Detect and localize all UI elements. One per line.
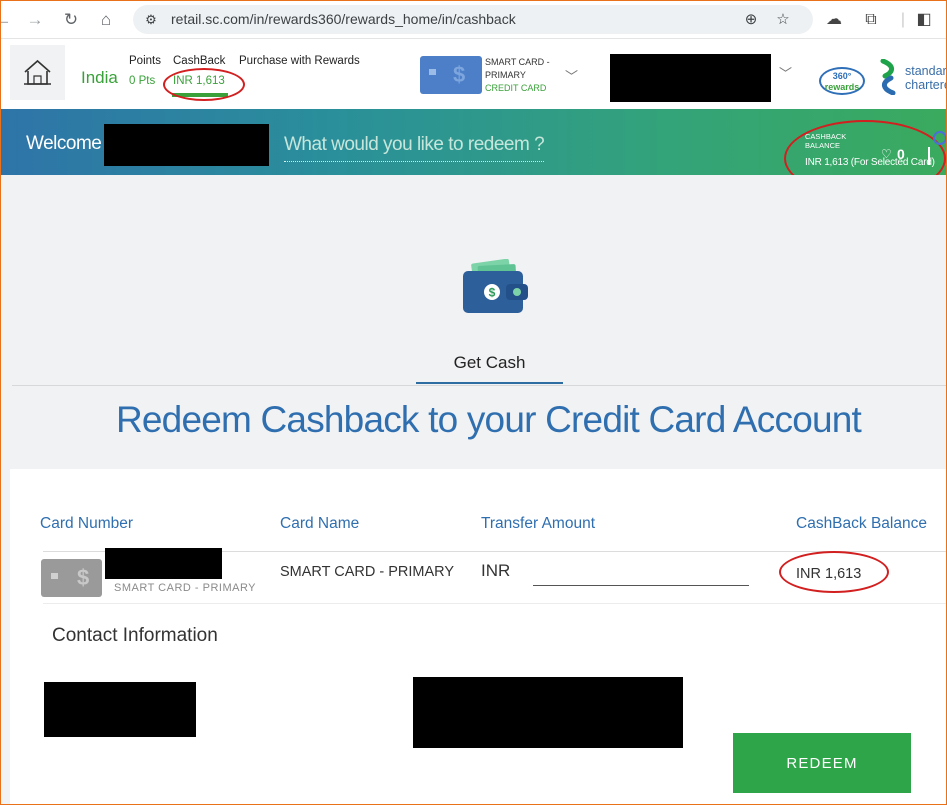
tab-get-cash[interactable]: Get Cash — [416, 353, 563, 373]
redeem-button[interactable]: REDEEM — [733, 733, 911, 793]
currency-label: INR — [481, 561, 511, 580]
notification-icon[interactable] — [933, 131, 946, 145]
rewards360-logo: 360° rewards — [819, 67, 865, 95]
selected-card-image[interactable]: $ — [420, 56, 482, 94]
card-name-cell: SMART CARD - PRIMARY — [280, 564, 455, 580]
contact-info-title: Contact Information — [52, 625, 218, 646]
points-value: 0 Pts — [129, 75, 156, 87]
redacted-block — [610, 54, 771, 102]
rewards-logo-number: 360° — [832, 71, 852, 81]
site-info-icon[interactable]: ⚙ — [141, 10, 161, 30]
redacted-contact-1 — [44, 682, 196, 737]
toolbar-divider: | — [900, 11, 906, 28]
card-chip-icon — [429, 69, 436, 75]
card-thumbnail: $ — [41, 559, 102, 597]
home-button[interactable] — [10, 45, 65, 100]
col-header-cashback-balance: CashBack Balance — [796, 515, 927, 532]
back-icon[interactable]: ← — [1, 8, 15, 32]
svg-text:$: $ — [489, 286, 496, 300]
search-underline — [284, 161, 544, 162]
sc-card-logo-icon: $ — [77, 565, 90, 590]
browser-toolbar: ← → ↻ ⌂ ⚙ retail.sc.com/in/rewards360/re… — [1, 1, 946, 39]
selected-card-label[interactable]: SMART CARD - PRIMARY CREDIT CARD — [485, 56, 565, 95]
sidepanel-icon[interactable]: ◧ — [913, 9, 935, 31]
card-sub-label: SMART CARD - PRIMARY — [114, 582, 257, 594]
transfer-amount-input[interactable] — [533, 564, 749, 586]
card-name-line1: SMART CARD - — [485, 57, 550, 67]
annotation-ellipse — [779, 551, 889, 593]
url-text: retail.sc.com/in/rewards360/rewards_home… — [171, 11, 516, 27]
annotation-ellipse — [163, 68, 245, 101]
col-header-card-number: Card Number — [40, 515, 134, 532]
col-header-transfer-amount: Transfer Amount — [481, 515, 596, 532]
main-content: $ Get Cash Redeem Cashback to your Credi… — [1, 175, 946, 804]
zoom-icon[interactable]: ⊕ — [741, 10, 761, 30]
welcome-text: Welcome — [26, 133, 102, 154]
country-label[interactable]: India — [81, 68, 118, 88]
redacted-username — [104, 124, 269, 166]
brand-line1: standard — [905, 64, 947, 78]
wallet-cash-icon: $ — [463, 259, 528, 313]
welcome-band: Welcome What would you like to redeem ? … — [1, 109, 946, 197]
page-title: Redeem Cashback to your Credit Card Acco… — [115, 399, 862, 440]
house-icon — [24, 59, 51, 85]
col-header-card-name: Card Name — [280, 515, 360, 532]
brand-name: standard chartered — [905, 64, 947, 92]
cashback-tab-label[interactable]: CashBack — [173, 55, 225, 67]
site-header: India Points 0 Pts CashBack INR 1,613 Pu… — [1, 40, 947, 109]
account-dropdown-chevron-icon[interactable]: ﹀ — [779, 63, 792, 82]
section-divider — [12, 385, 946, 386]
redeem-search-prompt[interactable]: What would you like to redeem ? — [284, 134, 545, 156]
table-row-divider — [43, 603, 946, 604]
bookmark-star-icon[interactable]: ☆ — [773, 10, 793, 30]
cloud-icon[interactable]: ☁ — [823, 9, 845, 31]
page-frame: ← → ↻ ⌂ ⚙ retail.sc.com/in/rewards360/re… — [0, 0, 947, 805]
purchase-with-rewards-tab[interactable]: Purchase with Rewards — [239, 55, 360, 67]
rewards-logo-word: rewards — [824, 82, 860, 92]
card-chip-icon — [51, 573, 58, 579]
standard-chartered-logo-icon — [880, 59, 896, 95]
redacted-contact-2 — [413, 677, 683, 748]
forward-icon[interactable]: → — [23, 8, 47, 32]
points-label[interactable]: Points — [129, 55, 161, 67]
reload-icon[interactable]: ↻ — [59, 8, 83, 32]
card-dropdown-chevron-icon[interactable]: ﹀ — [565, 66, 578, 85]
sc-card-logo-icon: $ — [453, 62, 466, 87]
extensions-icon[interactable]: ⧉ — [860, 9, 882, 31]
redeem-panel: Card Number Card Name Transfer Amount Ca… — [10, 469, 946, 804]
address-bar[interactable]: ⚙ retail.sc.com/in/rewards360/rewards_ho… — [133, 5, 813, 34]
redacted-card-number — [105, 548, 222, 579]
card-name-line2: PRIMARY — [485, 70, 526, 80]
home-icon[interactable]: ⌂ — [94, 8, 118, 32]
card-type: CREDIT CARD — [485, 83, 547, 93]
active-tab-underline — [416, 382, 563, 384]
brand-line2: chartered — [905, 78, 946, 92]
